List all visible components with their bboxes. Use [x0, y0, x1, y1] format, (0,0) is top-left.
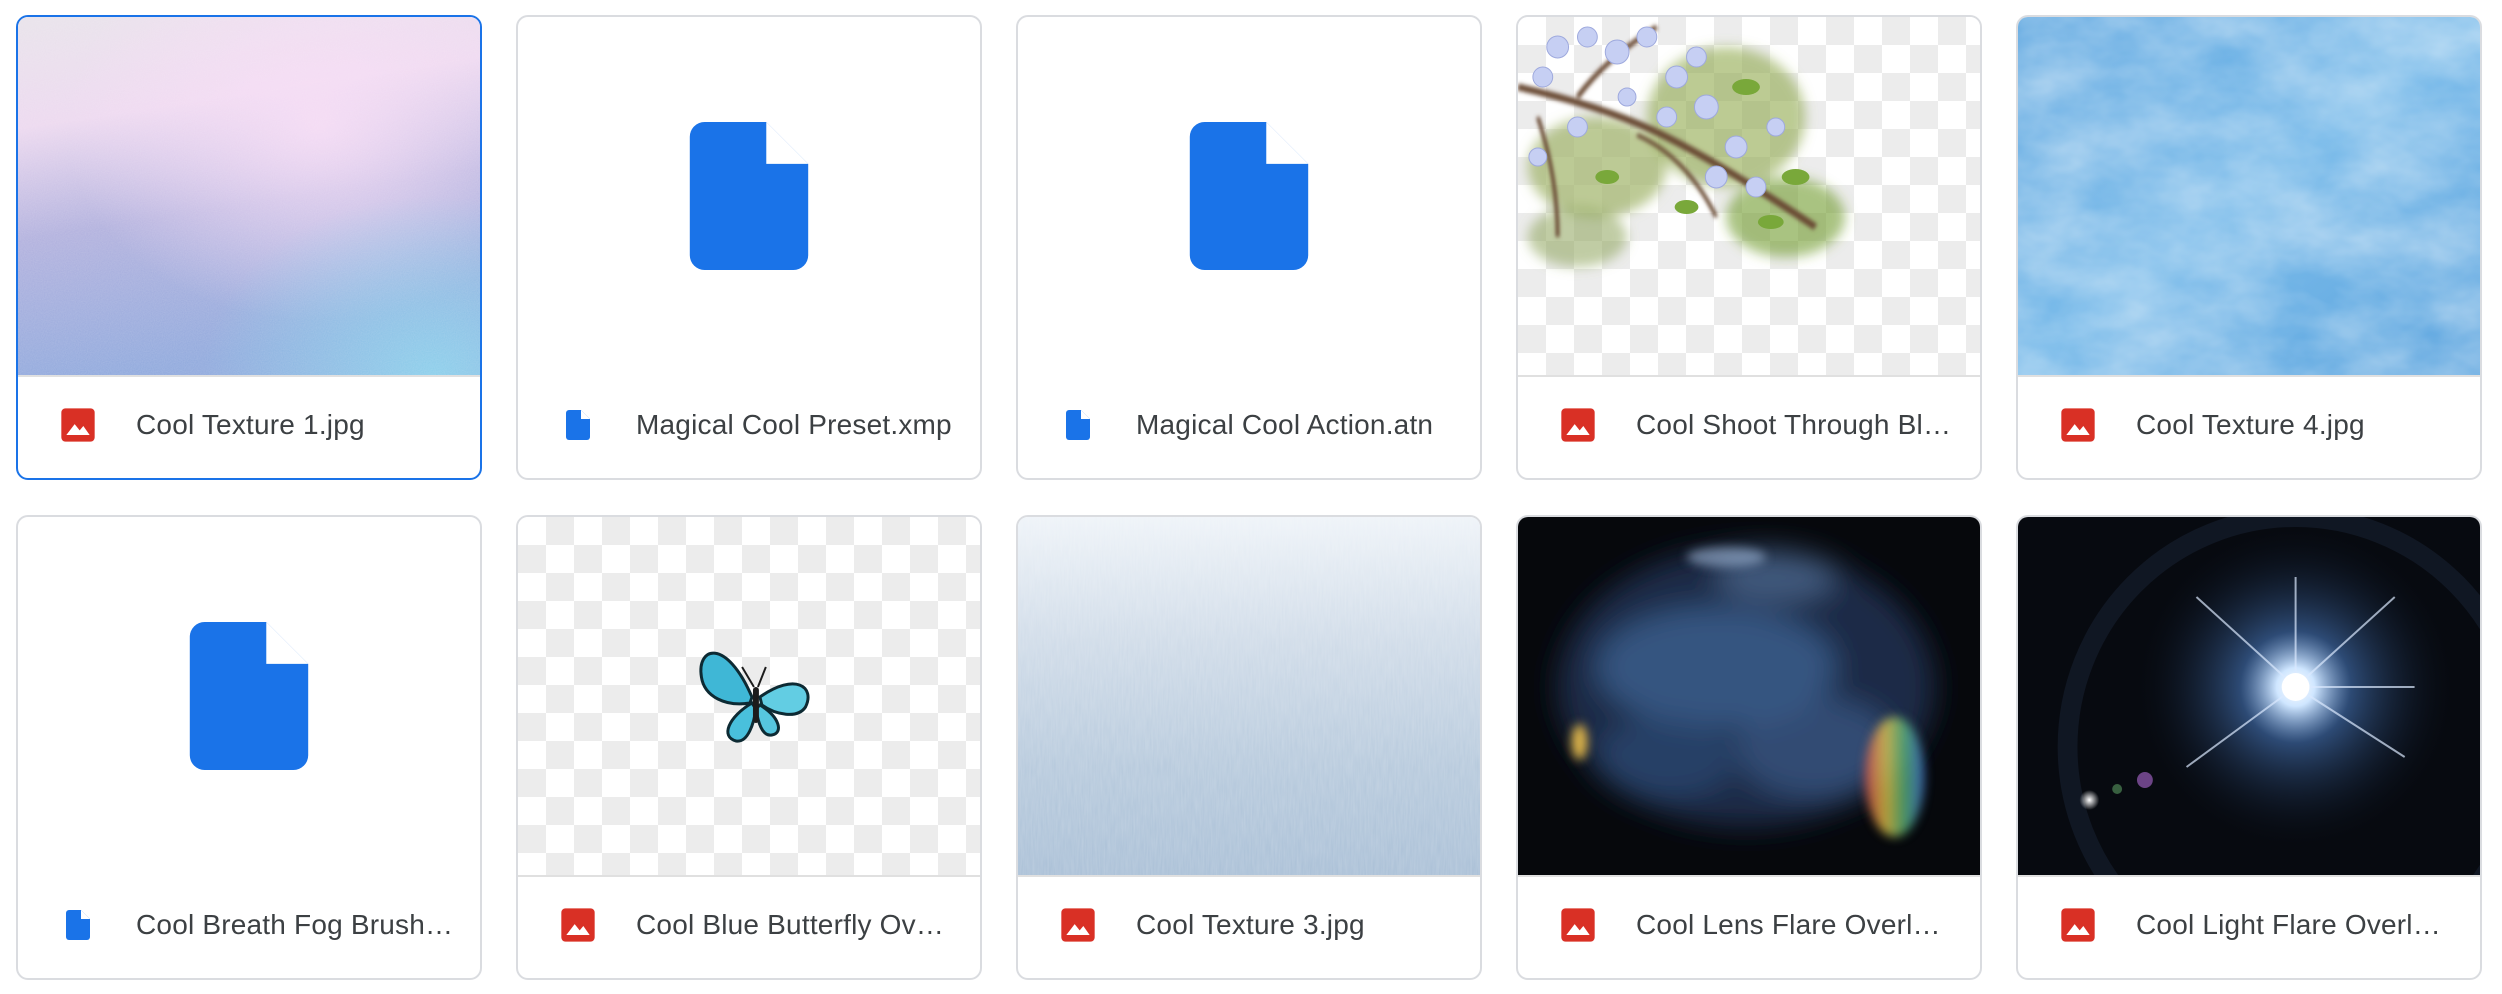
file-card[interactable]: Cool Blue Butterfly Overlay.png [516, 515, 982, 980]
file-name: Magical Cool Action.atn [1136, 408, 1434, 440]
document-file-icon [58, 905, 98, 945]
image-file-icon [2058, 905, 2098, 945]
image-file-icon [1058, 905, 1098, 945]
file-card[interactable]: Cool Texture 4.jpg [2016, 15, 2482, 480]
file-card[interactable]: Cool Shoot Through Blossom.png [1516, 15, 1982, 480]
file-card[interactable]: Cool Texture 1.jpg [16, 15, 482, 480]
document-file-icon [558, 405, 598, 445]
file-name: Cool Texture 3.jpg [1136, 908, 1365, 940]
file-name: Cool Shoot Through Blossom.png [1636, 408, 1956, 440]
file-thumbnail [1018, 517, 1480, 877]
document-file-icon [1058, 405, 1098, 445]
file-label-row: Cool Texture 4.jpg [2018, 371, 2480, 478]
image-file-icon [1558, 905, 1598, 945]
file-card[interactable]: Magical Cool Action.atn [1016, 15, 1482, 480]
file-name: Cool Light Flare Overlay.jpg [2136, 908, 2456, 940]
file-thumbnail [518, 17, 980, 375]
file-label-row: Cool Breath Fog Brush.abr [18, 871, 480, 978]
file-label-row: Cool Texture 3.jpg [1018, 871, 1480, 978]
image-file-icon [58, 405, 98, 445]
file-thumbnail [18, 17, 480, 377]
file-name: Cool Blue Butterfly Overlay.png [636, 908, 956, 940]
file-card[interactable]: Cool Breath Fog Brush.abr [16, 515, 482, 980]
file-label-row: Magical Cool Action.atn [1018, 371, 1480, 478]
file-thumbnail [1518, 17, 1980, 377]
file-name: Cool Lens Flare Overlay.jpg [1636, 908, 1956, 940]
image-file-icon [558, 905, 598, 945]
file-label-row: Cool Lens Flare Overlay.jpg [1518, 871, 1980, 978]
document-file-icon [189, 622, 309, 770]
file-label-row: Cool Light Flare Overlay.jpg [2018, 871, 2480, 978]
file-name: Magical Cool Preset.xmp [636, 408, 952, 440]
file-card[interactable]: Cool Lens Flare Overlay.jpg [1516, 515, 1982, 980]
file-thumbnail [1018, 17, 1480, 375]
file-label-row: Cool Texture 1.jpg [18, 371, 480, 478]
file-thumbnail [18, 517, 480, 875]
file-label-row: Cool Blue Butterfly Overlay.png [518, 871, 980, 978]
file-thumbnail [2018, 517, 2480, 877]
file-label-row: Magical Cool Preset.xmp [518, 371, 980, 478]
document-file-icon [1189, 122, 1309, 270]
image-file-icon [1558, 405, 1598, 445]
file-name: Cool Texture 4.jpg [2136, 408, 2365, 440]
file-thumbnail [2018, 17, 2480, 377]
file-thumbnail [518, 517, 980, 877]
file-name: Cool Breath Fog Brush.abr [136, 908, 456, 940]
file-label-row: Cool Shoot Through Blossom.png [1518, 371, 1980, 478]
file-card[interactable]: Magical Cool Preset.xmp [516, 15, 982, 480]
file-card[interactable]: Cool Light Flare Overlay.jpg [2016, 515, 2482, 980]
file-grid: Cool Texture 1.jpg Magical Cool Preset.x… [0, 0, 2502, 994]
file-name: Cool Texture 1.jpg [136, 408, 365, 440]
file-thumbnail [1518, 517, 1980, 877]
document-file-icon [689, 122, 809, 270]
file-card[interactable]: Cool Texture 3.jpg [1016, 515, 1482, 980]
image-file-icon [2058, 405, 2098, 445]
